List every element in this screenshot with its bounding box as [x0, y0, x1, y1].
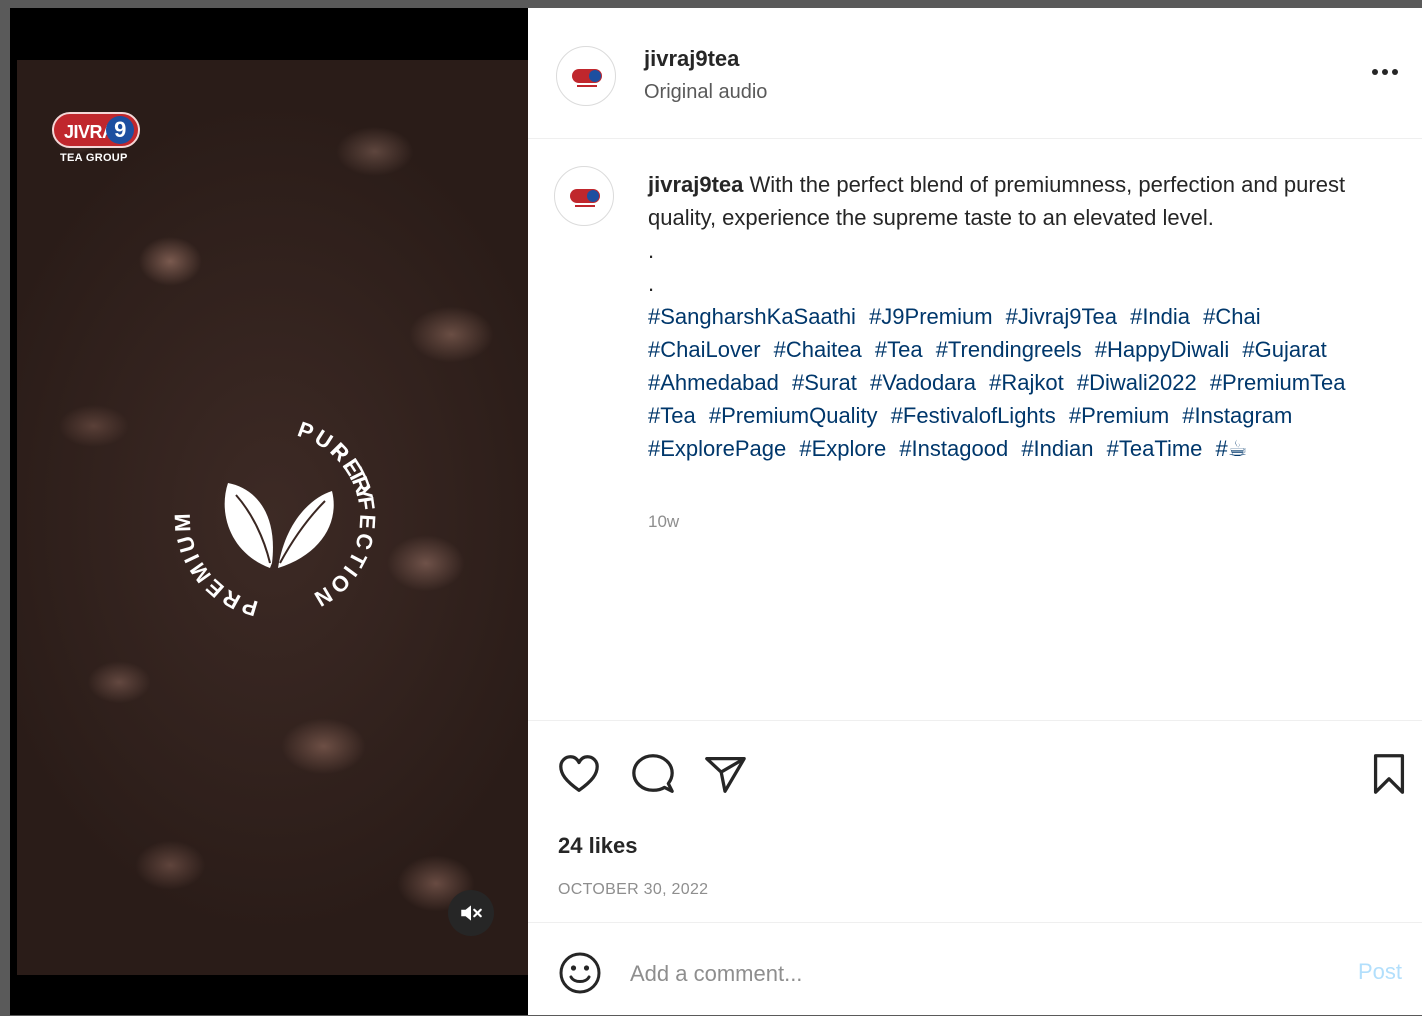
hashtag-link[interactable]: #PremiumQuality: [709, 403, 878, 428]
post-date: OCTOBER 30, 2022: [558, 881, 709, 898]
hashtag-link[interactable]: #Chai: [1203, 304, 1260, 329]
post-header: jivraj9tea Original audio: [528, 8, 1422, 139]
hashtag-list: #SangharshKaSaathi #J9Premium #Jivraj9Te…: [648, 300, 1388, 465]
caption-text: With the perfect blend of premiumness, p…: [648, 172, 1346, 230]
hashtag-link[interactable]: #Explore: [799, 436, 886, 461]
brand-logo: JIVRAJ 9 TEA GROUP: [52, 112, 142, 170]
hashtag-link[interactable]: #J9Premium: [869, 304, 992, 329]
comment-input[interactable]: [628, 953, 1322, 995]
speaker-muted-icon[interactable]: [448, 890, 494, 936]
hashtag-link[interactable]: #Surat: [792, 370, 857, 395]
hashtag-link[interactable]: #Vadodara: [870, 370, 976, 395]
hashtag-link[interactable]: #Tea: [875, 337, 923, 362]
brand-badge: JIVRAJ 9: [52, 112, 140, 148]
hashtag-link[interactable]: #Diwali2022: [1077, 370, 1197, 395]
hashtag-link[interactable]: #PremiumTea: [1210, 370, 1346, 395]
hashtag-link[interactable]: #ChaiLover: [648, 337, 761, 362]
caption-dot: .: [648, 238, 655, 263]
bookmark-icon[interactable]: [1366, 751, 1412, 797]
more-options-icon[interactable]: [1370, 66, 1400, 78]
emoji-icon[interactable]: [558, 951, 602, 995]
right-leaf: [278, 491, 334, 568]
hashtag-link[interactable]: #Instagood: [899, 436, 1008, 461]
post-caption: jivraj9tea With the perfect blend of pre…: [648, 168, 1388, 465]
hashtag-link[interactable]: #☕: [1216, 436, 1248, 461]
likes-count[interactable]: 24 likes: [558, 833, 638, 859]
avatar[interactable]: [556, 46, 616, 106]
send-icon[interactable]: [702, 751, 748, 797]
caption-username[interactable]: jivraj9tea: [648, 172, 743, 197]
post-detail-panel: jivraj9tea Original audio jivraj9tea Wit…: [528, 8, 1422, 1015]
original-audio-link[interactable]: Original audio: [644, 81, 767, 104]
hashtag-link[interactable]: #Indian: [1021, 436, 1093, 461]
post-actions: 24 likes OCTOBER 30, 2022: [528, 720, 1422, 931]
hashtag-link[interactable]: #Premium: [1069, 403, 1169, 428]
caption-dot: .: [648, 271, 655, 296]
hashtag-link[interactable]: #SangharshKaSaathi: [648, 304, 856, 329]
leaf-emblem: PURITY PERFECTION PREMIUMNESS: [160, 403, 377, 621]
hashtag-link[interactable]: #Rajkot: [989, 370, 1064, 395]
hashtag-link[interactable]: #Tea: [648, 403, 696, 428]
hashtag-link[interactable]: #India: [1130, 304, 1190, 329]
hashtag-link[interactable]: #ExplorePage: [648, 436, 786, 461]
header-username[interactable]: jivraj9tea: [644, 46, 739, 72]
comment-bar: Post: [528, 922, 1422, 1016]
caption-time[interactable]: 10w: [648, 512, 679, 532]
comments-area: jivraj9tea With the perfect blend of pre…: [528, 138, 1422, 718]
heart-icon[interactable]: [556, 751, 602, 797]
hashtag-link[interactable]: #Gujarat: [1242, 337, 1326, 362]
hashtag-link[interactable]: #Jivraj9Tea: [1006, 304, 1117, 329]
post-comment-button[interactable]: Post: [1358, 959, 1402, 985]
hashtag-link[interactable]: #Chaitea: [774, 337, 862, 362]
post-media[interactable]: JIVRAJ 9 TEA GROUP PURITY PERFECTION PRE…: [10, 8, 528, 1015]
brand-logo-number: 9: [106, 116, 134, 144]
brand-subtitle: TEA GROUP: [60, 152, 128, 164]
hashtag-link[interactable]: #Instagram: [1182, 403, 1292, 428]
comment-icon[interactable]: [630, 751, 676, 797]
caption-avatar[interactable]: [554, 166, 614, 226]
hashtag-link[interactable]: #TeaTime: [1107, 436, 1203, 461]
hashtag-link[interactable]: #Ahmedabad: [648, 370, 779, 395]
left-leaf: [224, 483, 273, 568]
hashtag-link[interactable]: #Trendingreels: [936, 337, 1082, 362]
hashtag-link[interactable]: #FestivalofLights: [891, 403, 1056, 428]
hashtag-link[interactable]: #HappyDiwali: [1095, 337, 1230, 362]
